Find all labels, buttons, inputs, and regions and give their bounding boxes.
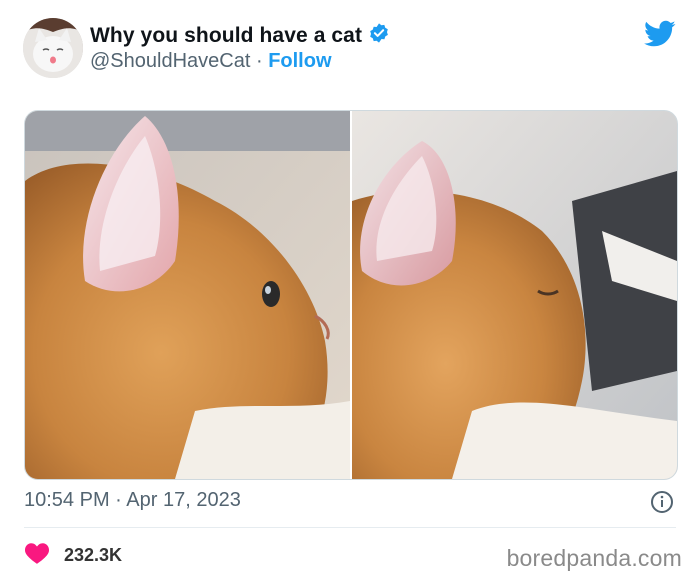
heart-icon[interactable] <box>24 541 50 570</box>
cat-photo-eye-closed[interactable] <box>352 111 677 479</box>
handle-separator: · <box>255 50 263 72</box>
footer-divider <box>24 527 676 528</box>
handle[interactable]: @ShouldHaveCat <box>90 50 250 72</box>
author-name-row: Why you should have a cat <box>90 22 390 49</box>
twitter-bird-icon[interactable] <box>644 20 676 53</box>
like-stat[interactable]: 232.3K <box>24 541 122 570</box>
follow-button[interactable]: Follow <box>268 50 331 72</box>
handle-row: @ShouldHaveCat · Follow <box>90 50 332 73</box>
tweet-timestamp[interactable]: 10:54 PM · Apr 17, 2023 <box>24 489 241 512</box>
cat-photo-eye-open[interactable] <box>25 111 350 479</box>
timestamp-time: 10:54 PM <box>24 489 110 511</box>
timestamp-date: Apr 17, 2023 <box>126 489 241 511</box>
display-name[interactable]: Why you should have a cat <box>90 24 362 48</box>
verified-badge-icon <box>368 22 390 49</box>
tweet-media[interactable] <box>24 110 678 480</box>
like-count: 232.3K <box>64 545 123 565</box>
tweet-card: Why you should have a cat @ShouldHaveCat… <box>0 0 700 581</box>
avatar[interactable] <box>23 18 83 78</box>
info-circle-icon[interactable] <box>650 490 674 519</box>
watermark: boredpanda.com <box>506 545 682 571</box>
timestamp-separator: · <box>115 489 122 511</box>
